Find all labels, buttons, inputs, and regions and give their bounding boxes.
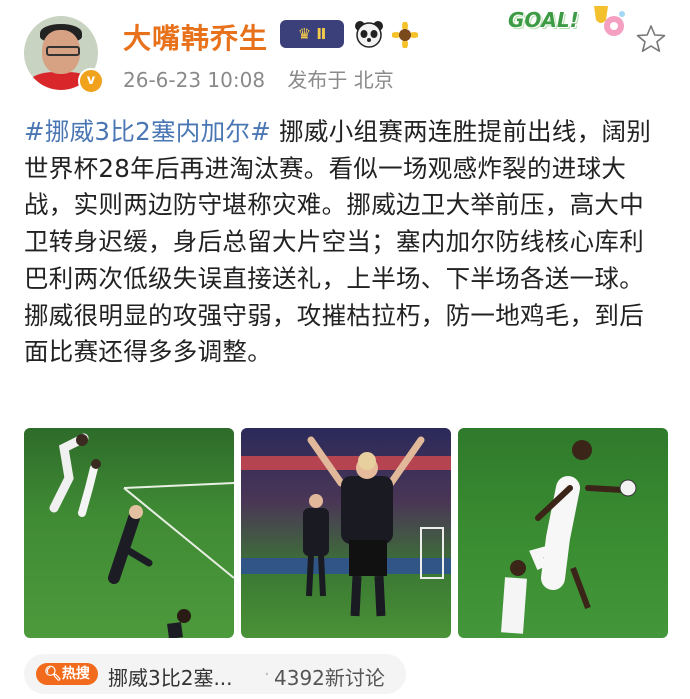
verified-badge: v	[78, 68, 104, 94]
hot-search-title: 挪威3比2塞...	[108, 666, 233, 690]
trophy-ball-icon	[594, 6, 625, 36]
hot-search-badge: 🔍︎热搜	[36, 663, 98, 685]
hot-search-separator: ·	[264, 664, 270, 685]
soccer-action-photo	[501, 440, 637, 634]
hashtag-link[interactable]: #挪威3比2塞内加尔#	[24, 117, 271, 146]
hot-search-count: 4392新讨论	[274, 666, 385, 690]
post-paragraph-2: 挪威很明显的攻强守弱，攻摧枯拉朽，防一地鸡毛，到后面比赛还得多多调整。	[24, 300, 644, 367]
search-icon: 🔍︎	[44, 666, 62, 682]
post-meta: 26-6-23 10:08 发布于 北京	[123, 64, 410, 93]
favorite-star-icon[interactable]	[636, 24, 666, 54]
post-image-1[interactable]	[24, 428, 234, 638]
post-text: #挪威3比2塞内加尔# 挪威小组赛两连胜提前出线，阔别世界杯28年后再进淘汰赛。…	[24, 114, 668, 371]
image-grid	[24, 428, 668, 638]
player-celebration-photo	[241, 436, 451, 617]
post-image-2[interactable]	[241, 428, 451, 638]
panda-icon[interactable]	[354, 20, 384, 48]
soccer-action-photo	[49, 433, 234, 638]
sunflower-icon[interactable]	[392, 22, 418, 48]
hot-search-pill[interactable]: 🔍︎热搜 挪威3比2塞... · 4392新讨论	[24, 654, 406, 694]
username[interactable]: 大嘴韩乔生	[123, 17, 268, 57]
member-level-badge[interactable]: ♛ Ⅱ	[280, 20, 344, 48]
crown-icon: ♛	[297, 25, 312, 43]
goal-sticker: GOAL!	[508, 8, 579, 32]
level-label: Ⅱ	[316, 25, 327, 43]
post-image-3[interactable]	[458, 428, 668, 638]
post-timestamp: 26-6-23 10:08	[123, 68, 266, 92]
post-location: 发布于 北京	[287, 68, 394, 92]
